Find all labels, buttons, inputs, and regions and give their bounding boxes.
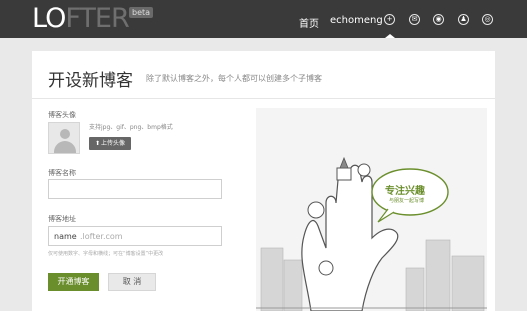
nav-home-link[interactable]: 首页 [299, 15, 319, 30]
create-blog-panel: 开设新博客 除了默认博客之外，每个人都可以创建多个子博客 博客头像 支持jpg、… [32, 51, 495, 311]
plus-icon[interactable]: + [384, 14, 395, 25]
avatar-head-shape [60, 129, 70, 139]
title-divider [32, 98, 495, 99]
upload-avatar-button[interactable]: ⬆上传头像 [89, 137, 131, 150]
page-subtitle: 除了默认博客之外，每个人都可以创建多个子博客 [146, 74, 322, 83]
avatar-label: 博客头像 [48, 111, 76, 119]
bubble-sub-text: 与朋友一起写博 [389, 198, 425, 204]
lofter-logo[interactable]: LOFTER [32, 3, 130, 34]
settings-icon[interactable]: ◎ [482, 14, 493, 25]
blog-name-input[interactable] [48, 179, 222, 199]
avatar-placeholder [48, 122, 80, 154]
compass-icon[interactable]: ◉ [433, 14, 444, 25]
active-caret [385, 34, 395, 38]
blog-address-label: 博客地址 [48, 215, 76, 223]
upload-avatar-label: 上传头像 [101, 140, 126, 147]
open-blog-button[interactable]: 开通博客 [48, 273, 99, 291]
avatar-format-hint: 支持jpg、gif、png、bmp格式 [89, 124, 173, 131]
hand-drawing [256, 156, 487, 311]
hand-illustration: 专注兴趣 与朋友一起写博 [256, 108, 487, 311]
address-prefix: name [54, 232, 77, 241]
blog-address-input[interactable]: name .lofter.com [48, 226, 222, 246]
page-title: 开设新博客 [48, 71, 133, 91]
bubble-main-text: 专注兴趣 [385, 186, 425, 197]
upload-arrow-icon: ⬆ [94, 140, 100, 147]
top-nav-bar: LOFTER beta 首页 echomeng + ✉ ◉ ♟ ◎ [0, 0, 527, 38]
avatar-body-shape [54, 141, 76, 153]
mail-icon[interactable]: ✉ [409, 14, 420, 25]
cancel-button[interactable]: 取 消 [108, 273, 156, 291]
address-hint: 仅可使用数字、字母和横线；可在“博客设置”中更改 [48, 251, 164, 257]
nav-user-link[interactable]: echomeng [330, 15, 383, 26]
logo-text-main: LO [32, 3, 66, 34]
logo-text-accent: FTER [65, 3, 129, 34]
beta-badge: beta [129, 7, 154, 18]
address-domain-suffix: .lofter.com [80, 232, 123, 241]
people-icon[interactable]: ♟ [458, 14, 469, 25]
blog-name-label: 博客名称 [48, 169, 76, 177]
